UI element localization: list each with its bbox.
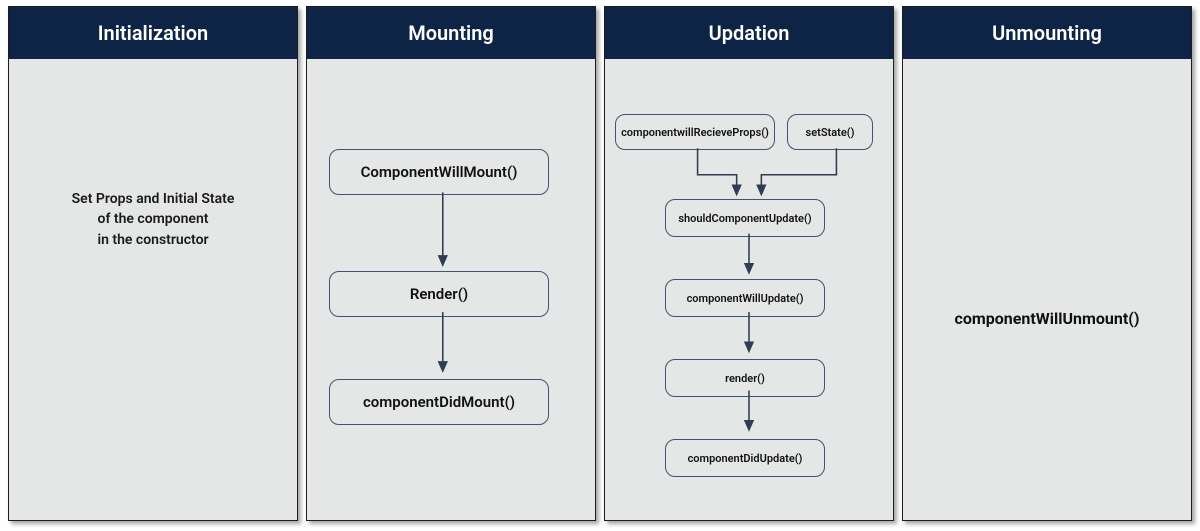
column-header-mounting: Mounting — [307, 7, 595, 59]
column-body-initialization: Set Props and Initial State of the compo… — [9, 59, 297, 520]
node-component-will-update: componentWillUpdate() — [665, 279, 825, 317]
column-body-unmounting: componentWillUnmount() — [903, 59, 1191, 520]
column-body-mounting: ComponentWillMount() Render() componentD… — [307, 59, 595, 520]
node-component-did-mount: componentDidMount() — [329, 379, 549, 425]
column-header-updation: Updation — [605, 7, 893, 59]
initialization-text: Set Props and Initial State of the compo… — [9, 189, 297, 250]
node-should-component-update: shouldComponentUpdate() — [665, 199, 825, 237]
column-header-initialization: Initialization — [9, 7, 297, 59]
column-unmounting: Unmounting componentWillUnmount() — [902, 6, 1192, 521]
column-body-updation: componentwillRecieveProps() setState() s… — [605, 59, 893, 520]
node-will-receive-props: componentwillRecieveProps() — [615, 114, 775, 150]
node-component-did-update: componentDidUpdate() — [665, 439, 825, 477]
column-initialization: Initialization Set Props and Initial Sta… — [8, 6, 298, 521]
node-set-state: setState() — [787, 114, 873, 150]
column-mounting: Mounting ComponentWillMount() Render() c… — [306, 6, 596, 521]
node-render: Render() — [329, 271, 549, 317]
node-component-will-mount: ComponentWillMount() — [329, 149, 549, 195]
column-header-unmounting: Unmounting — [903, 7, 1191, 59]
node-render-updation: render() — [665, 359, 825, 397]
diagram-container: Initialization Set Props and Initial Sta… — [0, 0, 1200, 531]
unmounting-text: componentWillUnmount() — [903, 309, 1191, 328]
column-updation: Updation componentwillRecieveProps() set… — [604, 6, 894, 521]
